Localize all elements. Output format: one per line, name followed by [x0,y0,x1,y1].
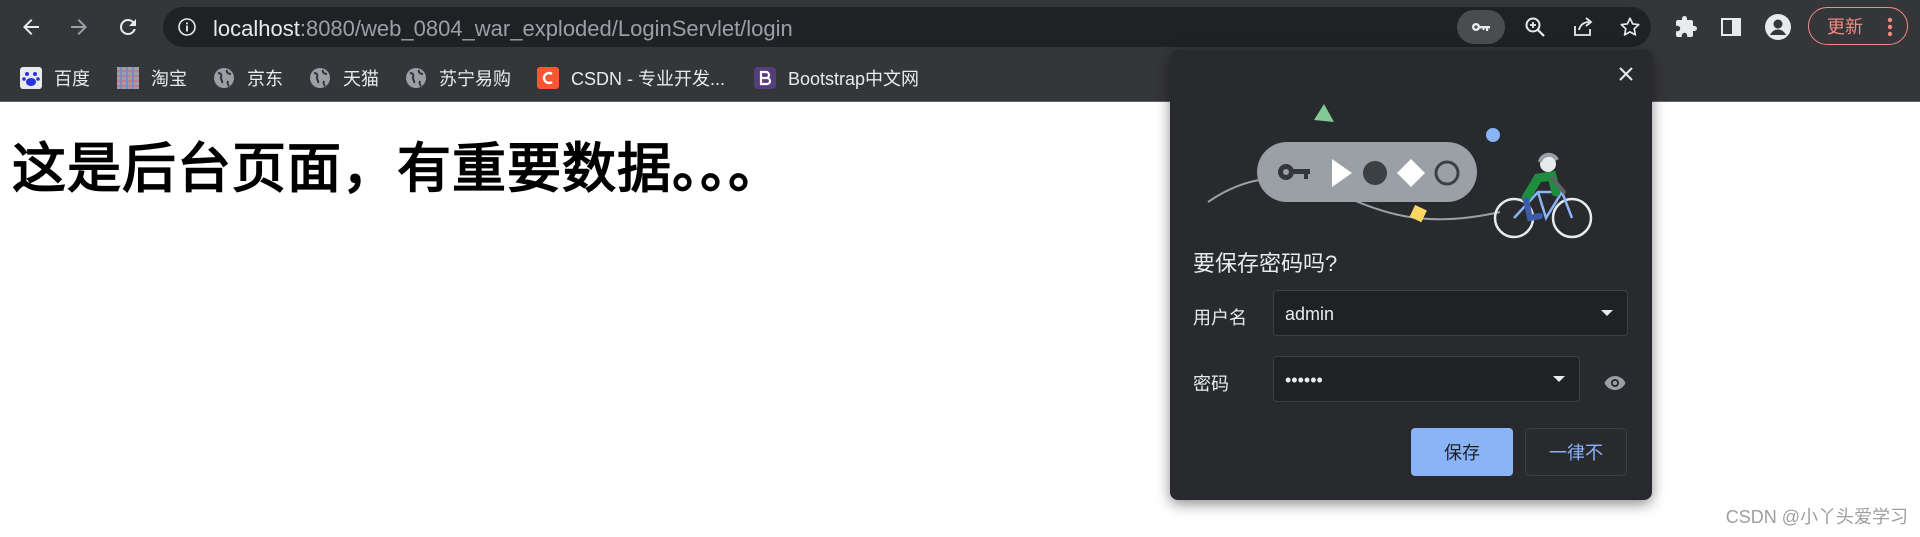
baidu-icon [20,67,42,89]
bookmark-taobao[interactable]: 淘宝 [117,64,187,92]
password-value: •••••• [1285,370,1323,390]
globe-icon [213,67,235,89]
zoom-icon [1525,17,1545,37]
globe-icon [309,67,331,89]
bookmark-label: Bootstrap中文网 [788,69,920,89]
show-password-button[interactable] [1601,369,1629,397]
forward-arrow-icon [71,19,87,35]
bootstrap-icon [754,67,776,89]
bookmark-csdn[interactable]: CSDN - 专业开发... [537,64,725,92]
share-button[interactable] [1568,12,1598,42]
url-path: :8080/web_0804_war_exploded/LoginServlet… [299,16,793,41]
close-icon [1619,67,1633,81]
more-vert-icon [1887,17,1893,37]
globe-icon [405,67,427,89]
key-icon [1472,23,1490,31]
password-label: 密码 [1193,374,1229,394]
password-key-button[interactable] [1457,10,1505,44]
taobao-icon [117,67,139,89]
username-label: 用户名 [1193,308,1247,328]
side-panel-button[interactable] [1713,9,1749,45]
dialog-title: 要保存密码吗? [1193,251,1338,276]
close-button[interactable] [1612,60,1640,88]
puzzle-icon [1676,16,1697,37]
bookmark-label: 百度 [54,69,90,89]
star-icon [1620,17,1640,36]
back-button[interactable] [12,8,50,46]
watermark: CSDN @小丫头爱学习 [1725,507,1908,527]
bookmark-label: 苏宁易购 [439,69,511,89]
save-password-dialog: 要保存密码吗? 用户名 admin 密码 •••••• 保存 一律不 [1170,50,1652,500]
url-text[interactable]: localhost:8080/web_0804_war_exploded/Log… [213,16,793,42]
bookmark-label: 京东 [247,69,283,89]
profile-icon [1765,14,1791,40]
username-value: admin [1285,304,1335,324]
bookmark-bootstrap[interactable]: Bootstrap中文网 [754,64,919,92]
profile-button[interactable] [1760,9,1796,45]
reload-button[interactable] [109,8,147,46]
zoom-button[interactable] [1520,12,1550,42]
address-bar[interactable]: localhost:8080/web_0804_war_exploded/Log… [163,7,1651,47]
url-host: localhost [213,16,300,41]
csdn-icon [537,67,559,89]
never-button[interactable]: 一律不 [1525,428,1627,476]
share-icon [1574,17,1593,36]
reload-icon [119,18,136,35]
save-button[interactable]: 保存 [1411,428,1513,476]
chevron-down-icon [1553,376,1565,382]
bookmark-star-button[interactable] [1615,12,1645,42]
bookmark-baidu[interactable]: 百度 [20,64,90,92]
forward-button[interactable] [60,8,98,46]
bookmark-jd[interactable]: 京东 [213,64,283,92]
bookmark-label: 淘宝 [151,69,187,89]
page-heading: 这是后台页面，有重要数据。。。 [12,137,783,200]
browser-toolbar: localhost:8080/web_0804_war_exploded/Log… [0,0,1920,54]
bookmark-label: CSDN - 专业开发... [571,69,726,89]
update-label: 更新 [1827,17,1863,37]
extensions-button[interactable] [1668,9,1704,45]
bookmark-tmall[interactable]: 天猫 [309,64,379,92]
update-button[interactable]: 更新 [1808,7,1908,45]
back-arrow-icon [23,19,39,35]
bookmark-label: 天猫 [343,69,379,89]
chevron-down-icon [1601,310,1613,316]
username-select[interactable]: admin [1273,290,1628,336]
side-panel-icon [1721,18,1741,36]
bookmark-suning[interactable]: 苏宁易购 [405,64,511,92]
info-icon[interactable] [177,17,197,37]
password-select[interactable]: •••••• [1273,356,1580,402]
password-illustration [1207,104,1593,239]
eye-icon [1604,376,1626,390]
